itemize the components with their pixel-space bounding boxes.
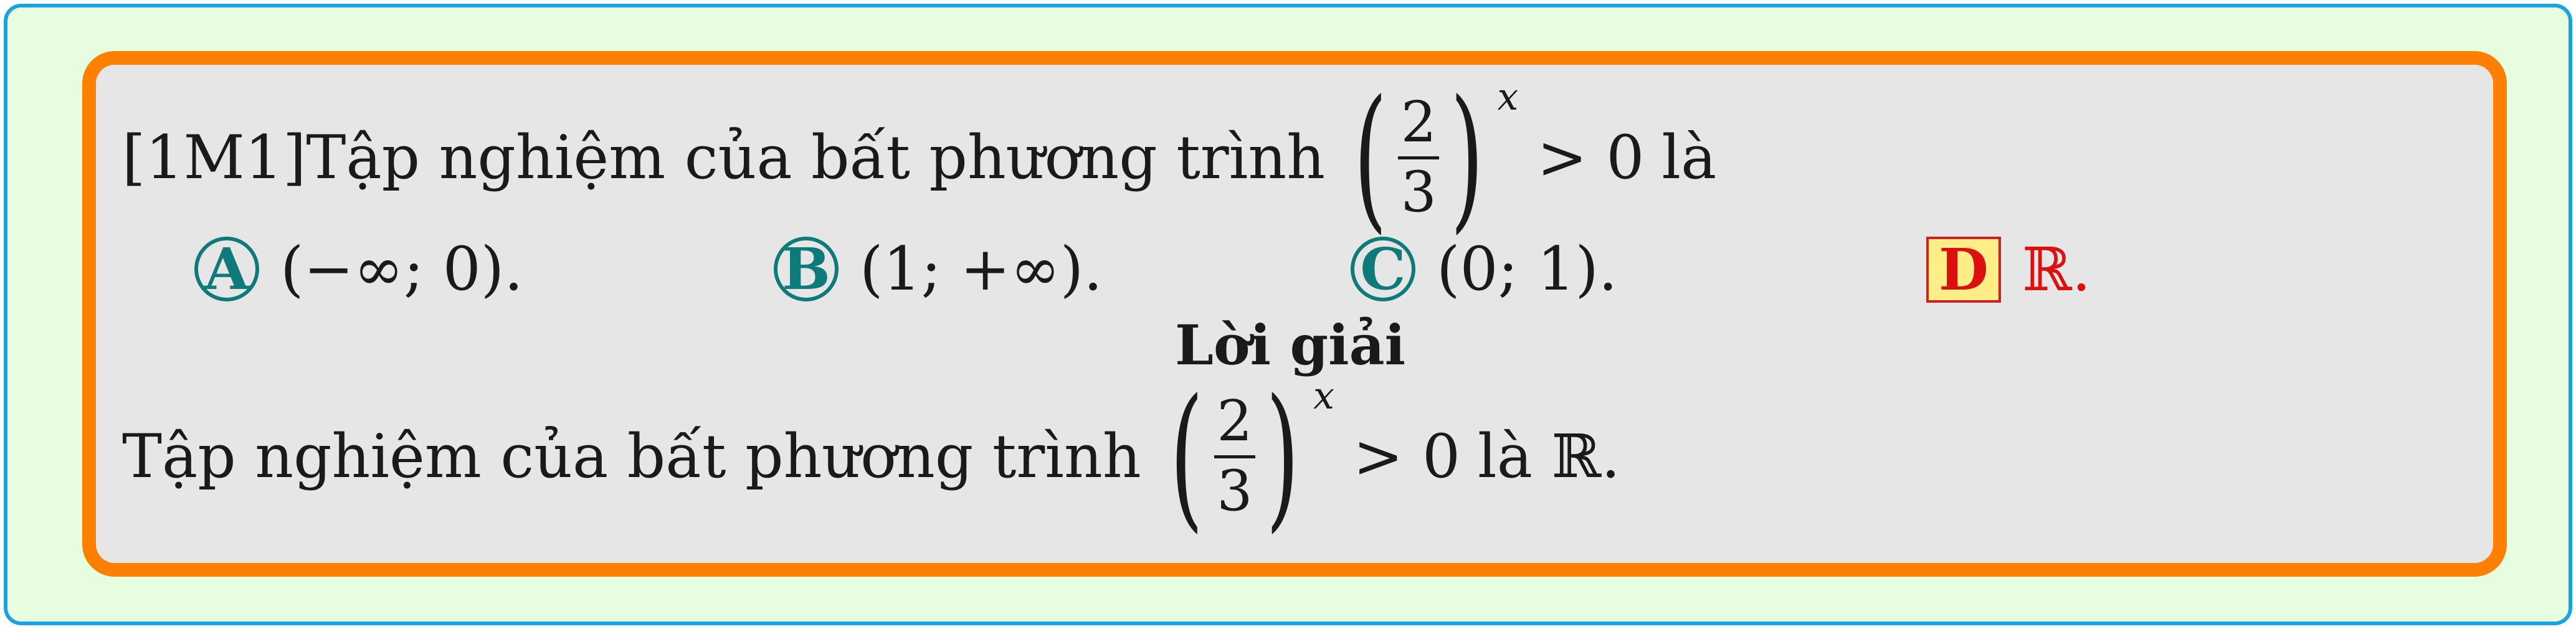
option-d-letter: D <box>1926 237 2001 303</box>
exponent: x <box>1313 374 1335 418</box>
fraction-bar <box>1214 455 1255 458</box>
question-line: [1M1] Tập nghiệm của bất phương trình ( … <box>122 67 1717 248</box>
fraction-numerator: 2 <box>1217 389 1253 454</box>
solution-fraction: 2 3 <box>1210 392 1258 521</box>
question-fraction: 2 3 <box>1395 93 1443 222</box>
question-text: Tập nghiệm của bất phương trình <box>306 123 1326 192</box>
fraction-numerator: 2 <box>1400 90 1437 155</box>
question-tail: là <box>1661 123 1717 192</box>
option-d[interactable]: D ℝ. <box>1926 237 2091 303</box>
right-paren: ) <box>1450 67 1484 248</box>
question-relation: > 0 <box>1537 123 1645 192</box>
solution-text: Tập nghiệm của bất phương trình <box>122 422 1141 491</box>
solution-relation: > 0 <box>1353 422 1461 491</box>
option-c-value: (0; 1). <box>1437 234 1618 304</box>
left-paren: ( <box>1353 67 1387 248</box>
option-a[interactable]: A (−∞; 0). <box>194 237 523 301</box>
exponent: x <box>1497 75 1519 119</box>
fraction-bar <box>1398 156 1440 159</box>
right-paren: ) <box>1266 366 1300 547</box>
fraction-denominator: 3 <box>1217 458 1253 524</box>
question-tag: [1M1] <box>122 123 307 192</box>
solution-tail: là ℝ. <box>1478 422 1620 491</box>
option-c[interactable]: C (0; 1). <box>1351 237 1617 301</box>
solution-power-expression: ( 2 3 ) x <box>1156 366 1334 547</box>
option-a-letter: A <box>194 237 259 301</box>
option-a-value: (−∞; 0). <box>280 234 523 304</box>
option-b-letter: B <box>774 237 839 301</box>
solution-title: Lời giải <box>1175 313 1406 377</box>
option-d-value: ℝ. <box>2022 235 2091 305</box>
question-power-expression: ( 2 3 ) x <box>1340 67 1518 248</box>
solution-line: Tập nghiệm của bất phương trình ( 2 3 ) … <box>122 366 1620 547</box>
option-b-value: (1; +∞). <box>860 234 1103 304</box>
left-paren: ( <box>1169 366 1204 547</box>
option-c-letter: C <box>1351 237 1415 301</box>
option-b[interactable]: B (1; +∞). <box>774 237 1103 301</box>
fraction-denominator: 3 <box>1400 159 1437 225</box>
